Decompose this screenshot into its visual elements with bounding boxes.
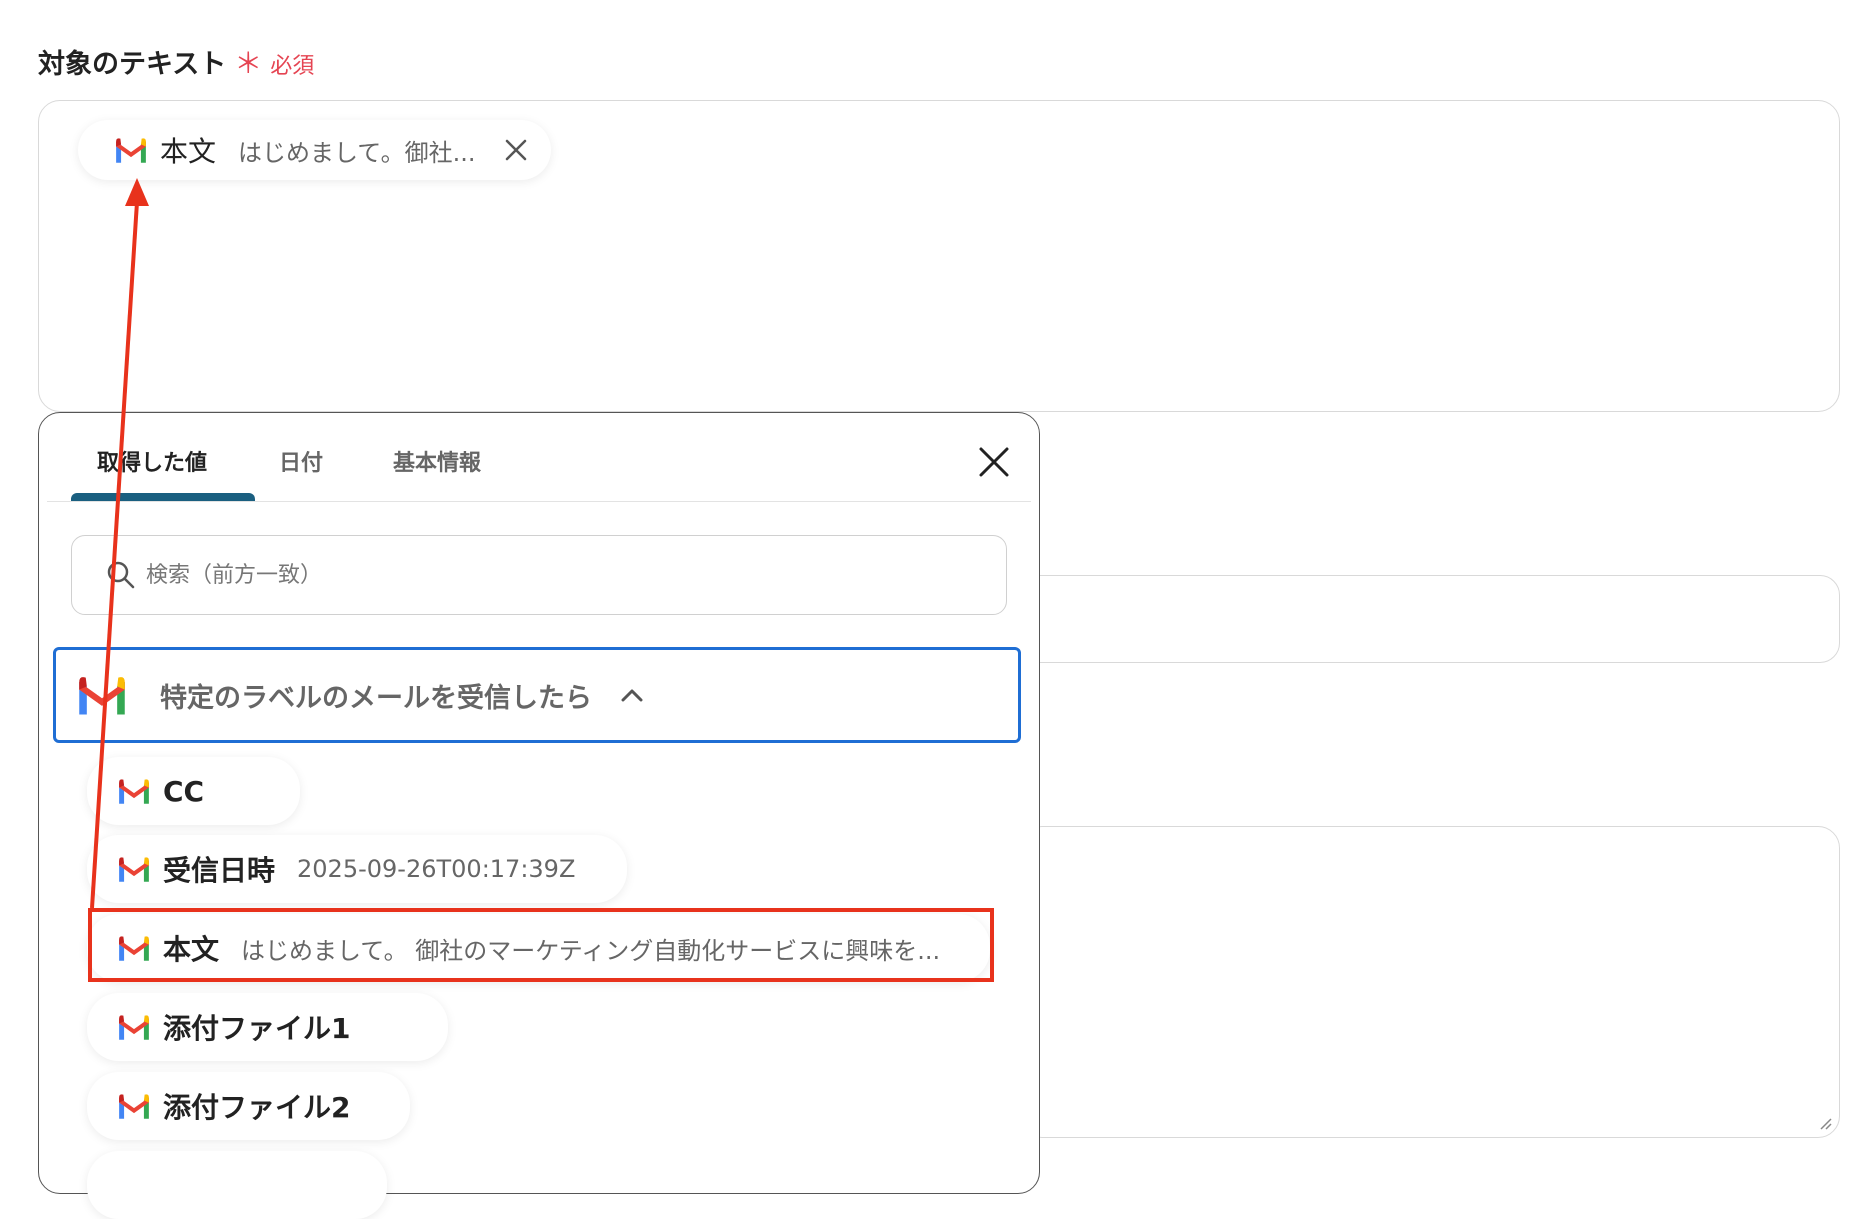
chip-value: はじめまして。御社... xyxy=(238,138,476,167)
gmail-icon xyxy=(117,778,151,804)
item-key: 本文 xyxy=(163,933,220,966)
field-label-text: 対象のテキスト xyxy=(38,49,227,80)
trigger-group-header[interactable]: 特定のラベルのメールを受信したら xyxy=(53,647,1021,743)
search-icon xyxy=(107,561,135,589)
required-badge: 必須 xyxy=(270,54,315,79)
gmail-icon xyxy=(117,1014,151,1040)
required-star: ＊ xyxy=(234,47,263,80)
gmail-icon xyxy=(76,675,128,715)
active-tab-indicator xyxy=(71,493,255,501)
search-input[interactable] xyxy=(144,561,908,589)
picker-tabs: 取得した値 日付 基本情報 xyxy=(47,413,1031,502)
list-item-partial[interactable] xyxy=(87,1151,387,1219)
tab-date[interactable]: 日付 xyxy=(279,445,323,477)
gmail-icon xyxy=(114,137,148,163)
gmail-icon xyxy=(117,1093,151,1119)
chip-key: 本文 xyxy=(160,135,217,168)
secondary-input[interactable] xyxy=(1020,575,1840,663)
item-key: 添付ファイル1 xyxy=(163,1012,351,1045)
tab-obtained-values[interactable]: 取得した値 xyxy=(97,445,207,477)
item-key: CC xyxy=(163,774,205,808)
resize-grip-icon[interactable] xyxy=(1817,1115,1833,1131)
item-key: 添付ファイル2 xyxy=(163,1091,351,1124)
tertiary-textarea[interactable] xyxy=(1020,826,1840,1138)
search-box[interactable] xyxy=(71,535,1007,615)
field-label: 対象のテキスト ＊ 必須 xyxy=(38,42,314,82)
list-item-body[interactable]: 本文 はじめまして。 御社のマーケティング自動化サービスに興味を... xyxy=(87,914,991,982)
tab-basic-info[interactable]: 基本情報 xyxy=(393,445,481,477)
list-item-attachment-2[interactable]: 添付ファイル2 xyxy=(87,1072,411,1140)
close-icon[interactable] xyxy=(977,445,1011,479)
chevron-up-icon[interactable] xyxy=(620,687,644,703)
gmail-icon xyxy=(117,856,151,882)
list-item-received-date[interactable]: 受信日時 2025-09-26T00:17:39Z xyxy=(87,835,628,903)
selected-value-chip[interactable]: 本文 はじめまして。御社... xyxy=(78,120,552,180)
item-key: 受信日時 xyxy=(163,854,276,887)
list-item-attachment-1[interactable]: 添付ファイル1 xyxy=(87,993,449,1061)
list-item-cc[interactable]: CC xyxy=(87,757,301,825)
remove-chip-icon[interactable] xyxy=(503,137,529,163)
gmail-icon xyxy=(117,935,151,961)
group-title: 特定のラベルのメールを受信したら xyxy=(160,682,592,714)
value-picker-panel: 取得した値 日付 基本情報 特定のラベルのメールを受信したら CC 受信日時 2… xyxy=(38,412,1040,1219)
item-value: 2025-09-26T00:17:39Z xyxy=(297,855,576,883)
item-value: はじめまして。 御社のマーケティング自動化サービスに興味を... xyxy=(241,936,941,965)
